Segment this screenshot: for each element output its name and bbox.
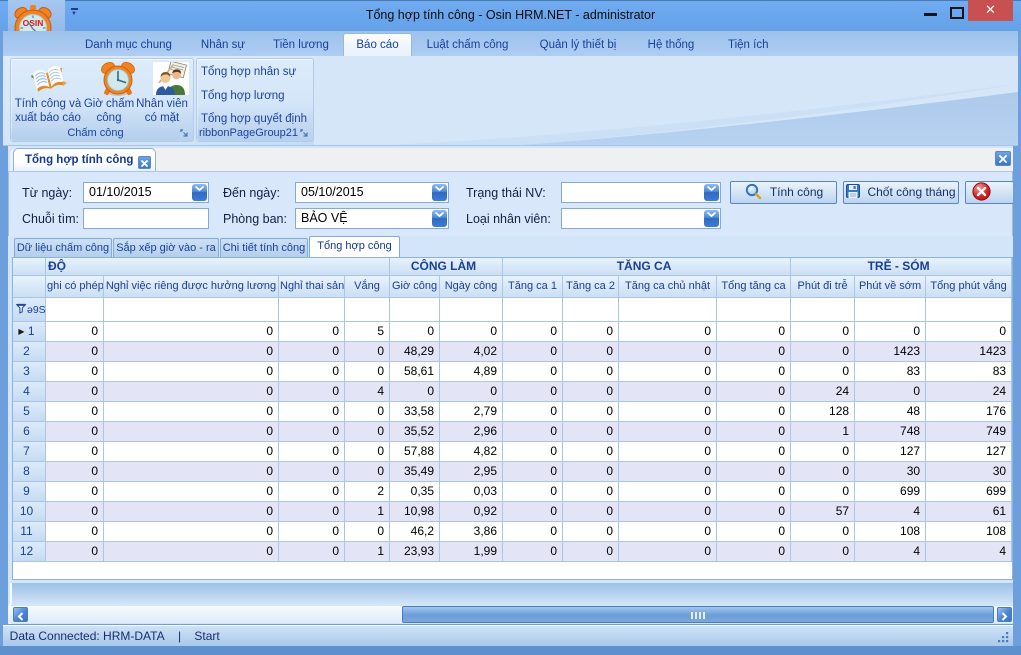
svg-text:OSIN: OSIN xyxy=(23,18,44,28)
